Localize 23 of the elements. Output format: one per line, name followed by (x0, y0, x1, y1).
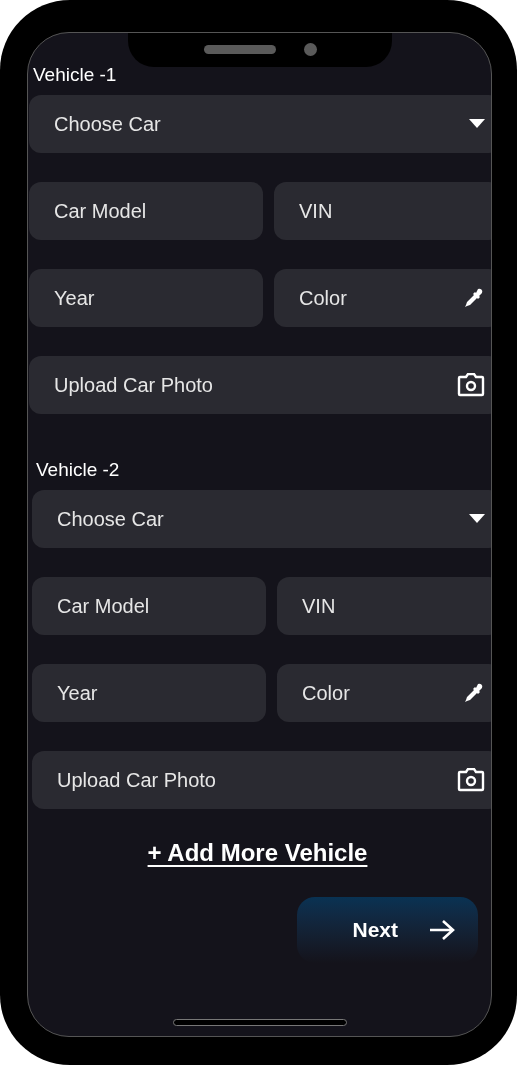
car-dropdown[interactable]: Choose Car (29, 95, 491, 153)
input-field[interactable]: VIN (277, 577, 491, 635)
add-vehicle-link[interactable]: + Add More Vehicle (147, 835, 368, 871)
eyedropper-icon (463, 287, 485, 309)
color-field[interactable]: Color (277, 664, 491, 722)
input-field[interactable]: VIN (274, 182, 491, 240)
section-title: Vehicle -2 (36, 458, 120, 482)
speaker-icon (203, 45, 276, 54)
section-title: Vehicle -1 (33, 63, 117, 87)
input-field[interactable]: Car Model (29, 182, 263, 240)
color-field[interactable]: Color (274, 269, 491, 327)
camera-icon (457, 768, 485, 792)
input-field[interactable]: Car Model (32, 577, 266, 635)
dropdown-caret-icon (469, 119, 485, 129)
dropdown-caret-icon (469, 514, 485, 524)
car-dropdown[interactable]: Choose Car (32, 490, 491, 548)
input-field[interactable]: Year (32, 664, 266, 722)
eyedropper-icon (463, 682, 485, 704)
camera-icon (457, 373, 485, 397)
arrow-right-icon (428, 919, 456, 941)
upload-photo-field[interactable]: Upload Car Photo (32, 751, 491, 809)
upload-photo-field[interactable]: Upload Car Photo (29, 356, 491, 414)
input-field[interactable]: Year (29, 269, 263, 327)
